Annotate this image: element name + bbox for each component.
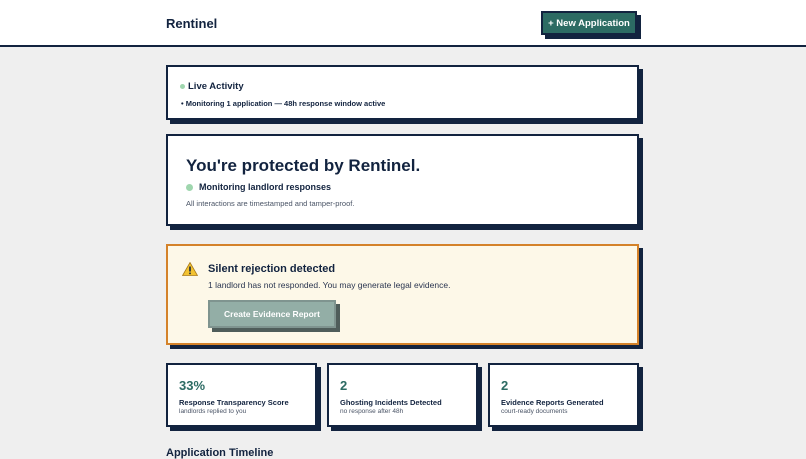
protection-note: All interactions are timestamped and tam… — [186, 199, 355, 208]
live-activity-title: Live Activity — [188, 81, 244, 92]
alert-title: Silent rejection detected — [208, 263, 336, 275]
application-timeline-heading: Application Timeline — [166, 447, 274, 459]
live-activity-card: Live Activity • Monitoring 1 application… — [166, 65, 639, 120]
stat-label: Ghosting Incidents Detected — [340, 398, 442, 407]
stat-card-transparency: 33% Response Transparency Score landlord… — [166, 363, 317, 427]
live-activity-heading: Live Activity — [180, 81, 244, 92]
stat-value: 33% — [179, 378, 206, 393]
top-header: Rentinel + New Application — [0, 0, 806, 47]
status-dot-icon — [186, 183, 193, 191]
stat-card-ghosting: 2 Ghosting Incidents Detected no respons… — [327, 363, 478, 427]
warning-icon — [182, 262, 198, 276]
monitoring-status: Monitoring landlord responses — [186, 182, 331, 192]
stat-subtext: landlords replied to you — [179, 408, 247, 415]
stat-label: Evidence Reports Generated — [501, 398, 604, 407]
stat-card-evidence-reports: 2 Evidence Reports Generated court-ready… — [488, 363, 639, 427]
protection-card: You're protected by Rentinel. Monitoring… — [166, 134, 639, 226]
stat-value: 2 — [501, 378, 509, 393]
stat-value: 2 — [340, 378, 348, 393]
create-evidence-report-button[interactable]: Create Evidence Report — [208, 300, 336, 328]
alert-message: 1 landlord has not responded. You may ge… — [208, 280, 451, 290]
protection-title: You're protected by Rentinel. — [186, 156, 421, 175]
silent-rejection-alert: Silent rejection detected 1 landlord has… — [166, 244, 639, 345]
monitoring-status-label: Monitoring landlord responses — [199, 182, 332, 192]
live-activity-message: • Monitoring 1 application — 48h respons… — [181, 99, 386, 108]
new-application-button[interactable]: + New Application — [541, 11, 637, 35]
brand-logo-text[interactable]: Rentinel — [166, 16, 217, 31]
stat-subtext: no response after 48h — [340, 408, 404, 415]
stat-subtext: court-ready documents — [501, 408, 568, 415]
stat-label: Response Transparency Score — [179, 398, 289, 407]
status-dot-icon — [180, 84, 185, 89]
